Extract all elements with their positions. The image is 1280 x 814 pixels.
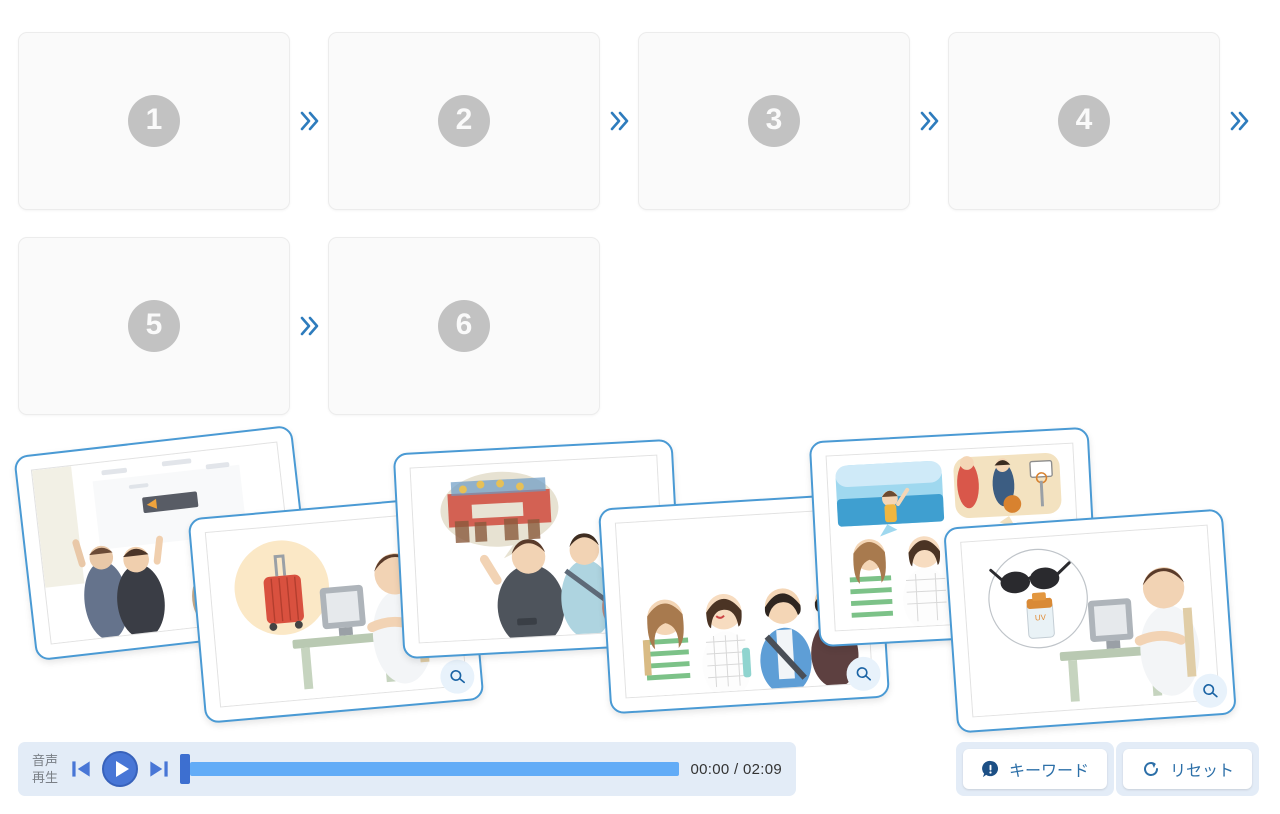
slot-number-4: 4	[1058, 94, 1110, 147]
skip-previous-icon[interactable]	[66, 756, 96, 782]
slot-1[interactable]: 1	[18, 31, 290, 210]
slot-3[interactable]: 3	[638, 31, 910, 210]
slot-number-2: 2	[438, 94, 490, 147]
play-circle-icon[interactable]	[96, 749, 144, 789]
slot-number-5: 5	[128, 299, 180, 352]
magnifier-icon[interactable]	[845, 655, 882, 692]
svg-text:UV: UV	[1035, 613, 1047, 623]
reset-button-group: リセット	[1116, 742, 1260, 796]
audio-label-line1: 音声	[32, 753, 59, 768]
slot-4[interactable]: 4	[948, 31, 1220, 210]
refresh-circular-arrow-icon	[1141, 759, 1161, 779]
magnifier-icon[interactable]	[1192, 672, 1229, 709]
keyword-button-label: キーワード	[1009, 763, 1090, 780]
keyword-button[interactable]: キーワード	[963, 749, 1108, 789]
card-6-frame: UV	[960, 524, 1220, 718]
reset-button[interactable]: リセット	[1123, 749, 1253, 789]
slot-5[interactable]: 5	[18, 236, 290, 415]
audio-controls	[66, 749, 174, 789]
audio-player-label: 音声 再生	[32, 752, 66, 786]
story-sequencing-exercise: 1 2 3 4 5 6 UV 音声 再生 00:00 / 02:09 キーワード…	[0, 0, 1280, 814]
double-chevron-right-icon	[290, 314, 328, 338]
progress-thumb[interactable]	[180, 754, 190, 784]
keyword-button-shell: キーワード	[956, 742, 1115, 796]
progress-track	[190, 762, 679, 776]
magnifier-icon[interactable]	[438, 658, 476, 696]
slot-2[interactable]: 2	[328, 31, 600, 210]
slot-row-1: 1 2 3 4	[18, 18, 1280, 223]
card-6-illustration: UV	[961, 525, 1219, 718]
slot-number-1: 1	[128, 94, 180, 147]
keyword-button-group: キーワード	[956, 742, 1115, 796]
audio-player: 音声 再生 00:00 / 02:09	[18, 742, 796, 796]
slot-number-6: 6	[438, 299, 490, 352]
skip-next-icon[interactable]	[144, 756, 174, 782]
card-stack: UV	[0, 418, 1280, 736]
double-chevron-right-icon	[910, 109, 948, 133]
story-card-6[interactable]: UV	[943, 508, 1237, 734]
slot-row-2: 5 6	[18, 223, 1280, 428]
audio-progress-slider[interactable]	[180, 754, 679, 784]
slot-number-3: 3	[748, 94, 800, 147]
slot-grid: 1 2 3 4 5 6	[0, 0, 1280, 420]
slot-6[interactable]: 6	[328, 236, 600, 415]
double-chevron-right-icon	[1220, 109, 1258, 133]
reset-button-shell: リセット	[1116, 742, 1260, 796]
audio-label-line2: 再生	[32, 770, 59, 785]
exclamation-speech-bubble-icon	[981, 760, 1000, 779]
double-chevron-right-icon	[290, 109, 328, 133]
audio-time-display: 00:00 / 02:09	[690, 760, 782, 778]
double-chevron-right-icon	[600, 109, 638, 133]
reset-button-label: リセット	[1170, 763, 1235, 780]
